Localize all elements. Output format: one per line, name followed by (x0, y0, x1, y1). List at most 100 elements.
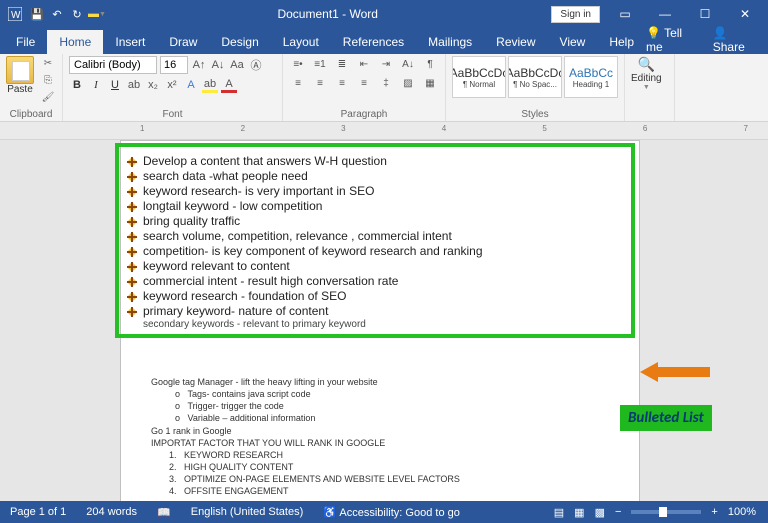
borders-icon[interactable]: ▦ (421, 75, 439, 91)
text-line[interactable]: Google tag Manager - lift the heavy lift… (151, 376, 609, 388)
numbered-item[interactable]: 3. OPTIMIZE ON-PAGE ELEMENTS AND WEBSITE… (151, 473, 609, 485)
italic-button[interactable]: I (88, 77, 104, 93)
subscript-button[interactable]: x₂ (145, 77, 161, 93)
tab-draw[interactable]: Draw (157, 30, 209, 54)
tab-help[interactable]: Help (597, 30, 646, 54)
status-accessibility[interactable]: ♿ Accessibility: Good to go (313, 506, 470, 519)
zoom-in-icon[interactable]: + (711, 506, 717, 518)
tab-references[interactable]: References (331, 30, 416, 54)
status-lang[interactable]: English (United States) (181, 506, 314, 518)
sort-icon[interactable]: A↓ (399, 56, 417, 72)
status-words[interactable]: 204 words (76, 506, 147, 518)
style-normal[interactable]: AaBbCcDc ¶ Normal (452, 56, 506, 98)
zoom-level[interactable]: 100% (728, 506, 756, 518)
grow-font-icon[interactable]: A↑ (191, 57, 207, 73)
text-effects-icon[interactable]: A (183, 77, 199, 93)
shrink-font-icon[interactable]: A↓ (210, 57, 226, 73)
tab-layout[interactable]: Layout (271, 30, 331, 54)
font-size-input[interactable] (160, 56, 188, 74)
style-nospacing[interactable]: AaBbCcDc ¶ No Spac... (508, 56, 562, 98)
status-lang-icon[interactable]: 📖 (147, 506, 181, 519)
view-print-icon[interactable]: ▦ (574, 506, 584, 519)
tab-view[interactable]: View (548, 30, 598, 54)
minimize-button[interactable]: — (650, 7, 680, 21)
text-sub[interactable]: o Variable – additional information (151, 412, 609, 424)
underline-button[interactable]: U (107, 77, 123, 93)
tab-design[interactable]: Design (209, 30, 270, 54)
font-color-icon[interactable]: A (221, 77, 237, 93)
signin-button[interactable]: Sign in (551, 6, 600, 23)
ribbon-options-icon[interactable]: ▭ (610, 7, 640, 21)
paste-icon[interactable] (6, 56, 34, 84)
tab-file[interactable]: File (4, 30, 47, 54)
document-page[interactable]: Develop a content that answers W-H quest… (120, 140, 640, 510)
find-icon[interactable]: 🔍 (638, 56, 655, 73)
list-item[interactable]: keyword research - foundation of SEO (127, 289, 623, 303)
close-button[interactable]: ✕ (730, 7, 760, 21)
line-spacing-icon[interactable]: ‡ (377, 75, 395, 91)
document-canvas[interactable]: Develop a content that answers W-H quest… (0, 140, 768, 510)
copy-icon[interactable]: ⎘ (40, 73, 56, 87)
numbering-icon[interactable]: ≡1 (311, 56, 329, 72)
view-read-icon[interactable]: ▤ (554, 506, 564, 519)
status-page[interactable]: Page 1 of 1 (0, 506, 76, 518)
numbered-item[interactable]: 1. KEYWORD RESEARCH (151, 449, 609, 461)
list-item[interactable]: longtail keyword - low competition (127, 199, 623, 213)
paste-button[interactable]: Paste (7, 84, 33, 95)
save-icon[interactable]: 💾 (30, 7, 44, 21)
share-button[interactable]: 👤 Share (713, 26, 760, 54)
list-item[interactable]: commercial intent - result high conversa… (127, 274, 623, 288)
strike-button[interactable]: ab (126, 77, 142, 93)
align-center-icon[interactable]: ≡ (311, 75, 329, 91)
highlight-color-icon[interactable]: ab (202, 77, 218, 93)
text-line[interactable]: Go 1 rank in Google (151, 425, 609, 437)
align-left-icon[interactable]: ≡ (289, 75, 307, 91)
redo-icon[interactable]: ↻ (70, 7, 84, 21)
tellme-button[interactable]: 💡 Tell me (646, 26, 699, 54)
font-label: Font (69, 109, 276, 120)
editing-button[interactable]: Editing (631, 73, 662, 84)
multilevel-icon[interactable]: ≣ (333, 56, 351, 72)
list-item-small[interactable]: secondary keywords - relevant to primary… (127, 319, 623, 330)
increase-indent-icon[interactable]: ⇥ (377, 56, 395, 72)
tab-mailings[interactable]: Mailings (416, 30, 484, 54)
list-item[interactable]: search data -what people need (127, 169, 623, 183)
superscript-button[interactable]: x² (164, 77, 180, 93)
list-item[interactable]: competition- is key component of keyword… (127, 244, 623, 258)
tab-home[interactable]: Home (47, 30, 103, 54)
list-item[interactable]: keyword research- is very important in S… (127, 184, 623, 198)
cut-icon[interactable]: ✂ (40, 56, 56, 70)
showmarks-icon[interactable]: ¶ (421, 56, 439, 72)
change-case-icon[interactable]: Aa (229, 57, 245, 73)
clear-format-icon[interactable]: Ⓐ (248, 57, 264, 73)
font-name-input[interactable] (69, 56, 157, 74)
shading-icon[interactable]: ▨ (399, 75, 417, 91)
tab-insert[interactable]: Insert (103, 30, 157, 54)
view-web-icon[interactable]: ▩ (595, 506, 605, 519)
maximize-button[interactable]: ☐ (690, 7, 720, 21)
list-item[interactable]: bring quality traffic (127, 214, 623, 228)
list-item[interactable]: keyword relevant to content (127, 259, 623, 273)
numbered-item[interactable]: 4. OFFSITE ENGAGEMENT (151, 485, 609, 497)
style-heading1[interactable]: AaBbCc Heading 1 (564, 56, 618, 98)
ruler[interactable]: 1234567 (0, 122, 768, 140)
zoom-slider[interactable] (631, 510, 701, 514)
text-sub[interactable]: o Trigger- trigger the code (151, 400, 609, 412)
decrease-indent-icon[interactable]: ⇤ (355, 56, 373, 72)
align-right-icon[interactable]: ≡ (333, 75, 351, 91)
format-painter-icon[interactable]: 🖌 (40, 90, 56, 104)
undo-icon[interactable]: ↶ (50, 7, 64, 21)
text-line[interactable]: IMPORTAT FACTOR THAT YOU WILL RANK IN GO… (151, 437, 609, 449)
numbered-item[interactable]: 2. HIGH QUALITY CONTENT (151, 461, 609, 473)
bold-button[interactable]: B (69, 77, 85, 93)
zoom-out-icon[interactable]: − (615, 506, 621, 518)
list-item[interactable]: search volume, competition, relevance , … (127, 229, 623, 243)
list-item[interactable]: Develop a content that answers W-H quest… (127, 154, 623, 168)
bullets-icon[interactable]: ≡• (289, 56, 307, 72)
tab-review[interactable]: Review (484, 30, 547, 54)
bullet-icon (127, 172, 137, 182)
text-sub[interactable]: o Tags- contains java script code (151, 388, 609, 400)
list-item[interactable]: primary keyword- nature of content (127, 304, 623, 318)
highlight-icon[interactable]: ▬▼ (90, 7, 104, 21)
justify-icon[interactable]: ≡ (355, 75, 373, 91)
